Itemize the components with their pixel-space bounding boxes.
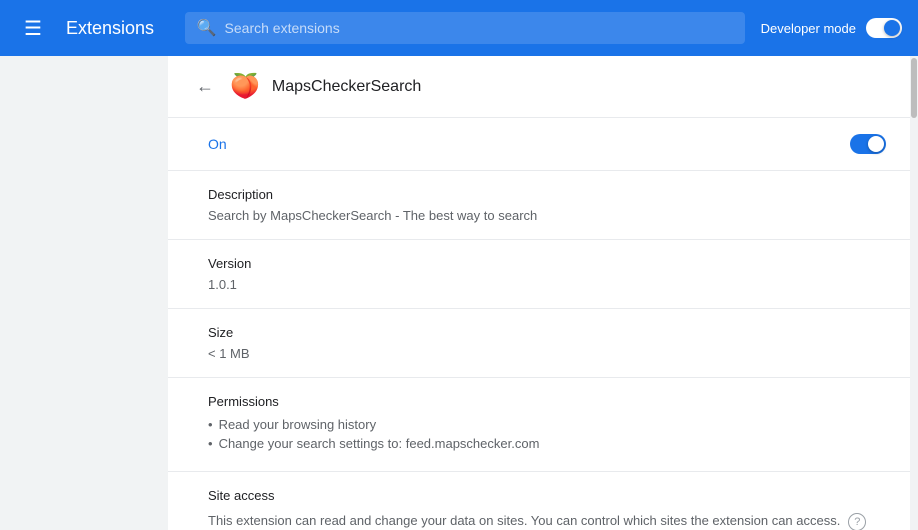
- permission-item-2: • Change your search settings to: feed.m…: [208, 436, 886, 451]
- extension-name: MapsCheckerSearch: [272, 78, 421, 96]
- sidebar: [0, 56, 168, 530]
- bullet-2: •: [208, 436, 213, 451]
- scrollbar-track[interactable]: [910, 56, 918, 530]
- main-layout: ← 🍑 MapsCheckerSearch On Description Sea…: [0, 56, 918, 530]
- help-icon[interactable]: ?: [848, 513, 866, 530]
- size-value: < 1 MB: [208, 346, 886, 361]
- developer-mode-toggle[interactable]: [866, 18, 902, 38]
- version-label: Version: [208, 256, 886, 271]
- developer-mode-label: Developer mode: [761, 21, 856, 36]
- size-label: Size: [208, 325, 886, 340]
- permissions-section: Permissions • Read your browsing history…: [168, 378, 910, 472]
- extension-enable-toggle[interactable]: [850, 134, 886, 154]
- bullet-1: •: [208, 417, 213, 432]
- permissions-label: Permissions: [208, 394, 886, 409]
- extension-detail: ← 🍑 MapsCheckerSearch On Description Sea…: [168, 56, 910, 530]
- on-section: On: [168, 118, 910, 171]
- version-section: Version 1.0.1: [168, 240, 910, 309]
- search-icon: 🔍: [197, 18, 217, 38]
- description-label: Description: [208, 187, 886, 202]
- permission-text-2: Change your search settings to: feed.map…: [219, 436, 540, 451]
- on-label: On: [208, 136, 227, 152]
- permission-item-1: • Read your browsing history: [208, 417, 886, 432]
- site-access-section: Site access This extension can read and …: [168, 472, 910, 530]
- permission-text-1: Read your browsing history: [219, 417, 377, 432]
- extension-icon: 🍑: [230, 72, 260, 101]
- back-button[interactable]: ←: [192, 72, 218, 101]
- description-value: Search by MapsCheckerSearch - The best w…: [208, 208, 886, 223]
- site-access-label: Site access: [208, 488, 886, 503]
- extension-header: ← 🍑 MapsCheckerSearch: [168, 56, 910, 118]
- site-access-desc-container: This extension can read and change your …: [208, 511, 886, 530]
- description-section: Description Search by MapsCheckerSearch …: [168, 171, 910, 240]
- size-section: Size < 1 MB: [168, 309, 910, 378]
- page-title: Extensions: [66, 18, 154, 39]
- search-bar: 🔍: [185, 12, 745, 44]
- developer-mode-section: Developer mode: [761, 18, 902, 38]
- search-input[interactable]: [225, 20, 733, 36]
- version-value: 1.0.1: [208, 277, 886, 292]
- scrollbar-thumb: [911, 58, 917, 118]
- site-access-desc-text: This extension can read and change your …: [208, 511, 840, 530]
- menu-icon[interactable]: ☰: [16, 8, 50, 49]
- header: ☰ Extensions 🔍 Developer mode: [0, 0, 918, 56]
